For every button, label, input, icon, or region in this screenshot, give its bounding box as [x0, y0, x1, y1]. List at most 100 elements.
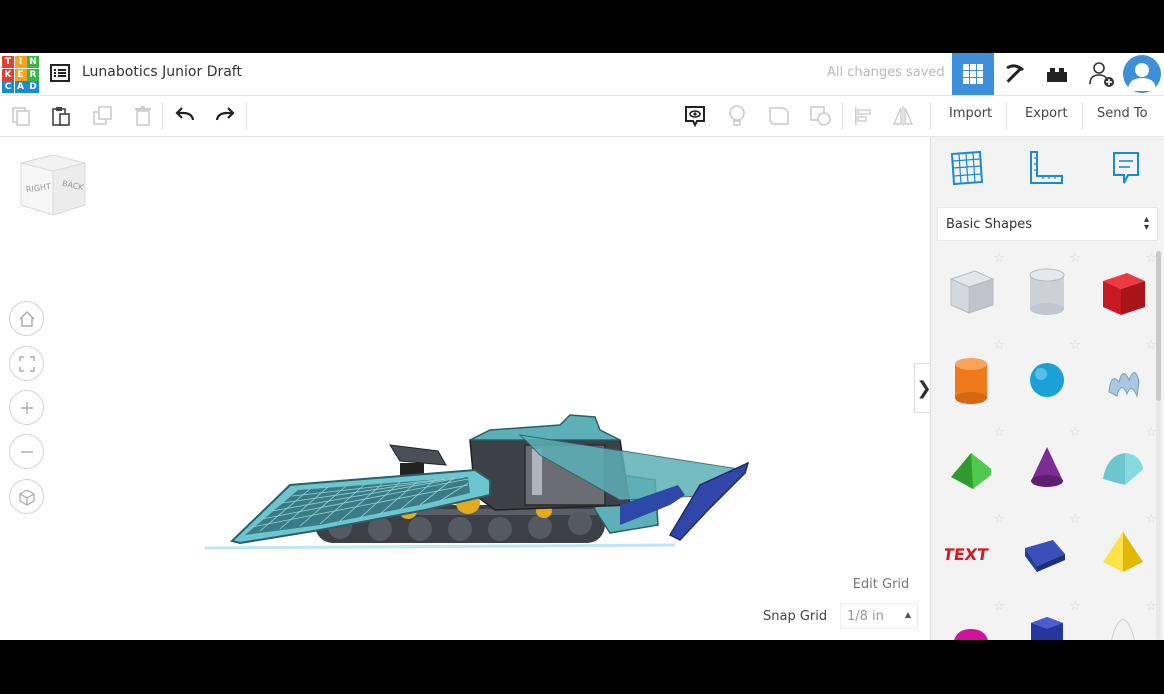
- favorite-star-icon[interactable]: ☆: [993, 512, 1005, 527]
- shape-tile[interactable]: ☆: [937, 338, 1007, 418]
- design-list-icon[interactable]: [50, 64, 70, 82]
- favorite-star-icon[interactable]: ☆: [1069, 338, 1081, 353]
- toolbar-separator: [162, 102, 163, 130]
- mirror-button[interactable]: [890, 103, 916, 129]
- duplicate-icon: [93, 106, 112, 125]
- shape-tile[interactable]: ☆: [1089, 425, 1157, 505]
- tinkercad-app: TIN KER CAD Lunabotics Junior Draft All ch…: [0, 53, 1164, 640]
- ruler-icon: [1030, 151, 1063, 184]
- edit-grid-button[interactable]: Edit Grid: [846, 572, 916, 596]
- favorite-star-icon[interactable]: ☆: [1069, 512, 1081, 527]
- pickaxe-icon: [1006, 64, 1024, 83]
- rover-3d-model[interactable]: [200, 345, 760, 555]
- favorite-star-icon[interactable]: ☆: [1069, 599, 1081, 614]
- shape-outline-icon: [769, 107, 789, 125]
- cylinder-hole-icon: [1029, 268, 1065, 315]
- user-icon: [1128, 63, 1156, 91]
- half-sphere-icon: [954, 629, 988, 640]
- delete-button[interactable]: [130, 103, 156, 129]
- notes-tab[interactable]: [1105, 147, 1147, 189]
- send-to-button[interactable]: Send To: [1097, 106, 1148, 121]
- ruler-tab[interactable]: [1025, 147, 1067, 189]
- favorite-star-icon[interactable]: ☆: [1069, 251, 1081, 266]
- paste-button[interactable]: [48, 103, 74, 129]
- shapes-scrollbar[interactable]: [1156, 251, 1161, 640]
- shape-category-select[interactable]: Basic Shapes ▴ ▾: [937, 207, 1158, 241]
- shape-category-value: Basic Shapes: [946, 216, 1033, 232]
- notes-tool-button[interactable]: [682, 103, 708, 129]
- group-icon: [810, 106, 831, 126]
- favorite-star-icon[interactable]: ☆: [1069, 425, 1081, 440]
- favorite-star-icon[interactable]: ☆: [993, 425, 1005, 440]
- round-roof-icon: [1103, 453, 1143, 485]
- shapes-grid: ☆ ☆ ☆ ☆ ☆ ☆ ☆ ☆ ☆ ☆ TEXT ☆ ☆ ☆ ☆ ☆: [937, 251, 1157, 640]
- logo-letter: R: [27, 68, 39, 81]
- shape-tile[interactable]: ☆: [1089, 599, 1157, 640]
- favorite-star-icon[interactable]: ☆: [993, 251, 1005, 266]
- text-icon: TEXT: [945, 545, 989, 564]
- toolbar-separator: [1082, 102, 1083, 130]
- align-button[interactable]: [850, 103, 876, 129]
- box-hole-icon: [949, 270, 995, 314]
- top-bar: TIN KER CAD Lunabotics Junior Draft All ch…: [0, 53, 1164, 96]
- design-title[interactable]: Lunabotics Junior Draft: [82, 64, 242, 80]
- duplicate-button[interactable]: [90, 103, 116, 129]
- redo-icon: [215, 107, 235, 121]
- home-view-button[interactable]: [9, 301, 44, 336]
- scroll-thumb[interactable]: [1156, 251, 1161, 401]
- zoom-out-button[interactable]: [9, 434, 44, 469]
- export-button[interactable]: Export: [1025, 106, 1068, 121]
- shape-tile[interactable]: ☆: [1013, 512, 1083, 592]
- shape-tool-button[interactable]: [766, 103, 792, 129]
- 3d-design-view-button[interactable]: [952, 53, 994, 95]
- invite-user-button[interactable]: [1081, 53, 1123, 95]
- logo-letter: C: [2, 81, 14, 93]
- workplane-tab[interactable]: [945, 147, 987, 189]
- view-cube[interactable]: RIGHT BACK: [18, 153, 88, 217]
- zoom-in-button[interactable]: [9, 390, 44, 425]
- tinkercad-logo[interactable]: TIN KER CAD: [2, 56, 39, 93]
- shape-tile[interactable]: ☆: [937, 425, 1007, 505]
- light-tool-button[interactable]: [724, 103, 750, 129]
- snap-grid-select[interactable]: 1/8 in ▲: [840, 603, 918, 629]
- logo-letter: T: [2, 56, 14, 68]
- group-button[interactable]: [808, 103, 834, 129]
- snap-grid-value: 1/8 in: [847, 608, 884, 624]
- redo-button[interactable]: [212, 103, 238, 129]
- panel-tabs: [931, 137, 1164, 205]
- toolbar-separator: [246, 102, 247, 130]
- shape-tile[interactable]: ☆: [1013, 251, 1083, 331]
- caret-up-icon: ▲: [904, 610, 911, 619]
- shape-tile[interactable]: ☆: [937, 251, 1007, 331]
- bricks-view-button[interactable]: [1036, 53, 1078, 95]
- undo-button[interactable]: [172, 103, 198, 129]
- copy-button[interactable]: [8, 103, 34, 129]
- plus-icon: [20, 401, 33, 414]
- scribble-icon: [1108, 372, 1140, 398]
- edit-toolbar: Import Export Send To: [0, 96, 1164, 137]
- favorite-star-icon[interactable]: ☆: [993, 338, 1005, 353]
- shape-tile[interactable]: ☆: [1013, 338, 1083, 418]
- trash-icon: [135, 106, 151, 126]
- shapes-panel: Basic Shapes ▴ ▾ ☆ ☆ ☆ ☆ ☆ ☆ ☆ ☆ ☆ ☆ TEXT ☆ ☆ ☆ ☆ ☆: [930, 137, 1164, 640]
- shape-tile[interactable]: ☆: [1013, 425, 1083, 505]
- user-avatar[interactable]: [1123, 55, 1161, 93]
- perspective-button[interactable]: [9, 479, 44, 514]
- shape-tile[interactable]: ☆: [1089, 338, 1157, 418]
- shape-tile[interactable]: ☆: [1013, 599, 1083, 640]
- toolbar-separator: [842, 102, 843, 130]
- align-icon: [855, 107, 871, 125]
- import-button[interactable]: Import: [949, 106, 992, 121]
- 3d-viewport[interactable]: RIGHT BACK ❯ Edit Grid Snap Grid 1/8 in …: [0, 137, 933, 640]
- shape-tile[interactable]: ☆: [1089, 512, 1157, 592]
- workplane-grid-icon: [950, 150, 984, 186]
- toolbar-separator: [930, 102, 931, 130]
- shape-tile[interactable]: ☆: [1089, 251, 1157, 331]
- favorite-star-icon[interactable]: ☆: [993, 599, 1005, 614]
- logo-letter: D: [27, 81, 39, 93]
- shape-tile[interactable]: ☆ TEXT: [937, 512, 1007, 592]
- home-icon: [19, 310, 34, 327]
- shape-tile[interactable]: ☆: [937, 599, 1007, 640]
- fit-view-button[interactable]: [9, 346, 44, 381]
- minecraft-view-button[interactable]: [994, 53, 1036, 95]
